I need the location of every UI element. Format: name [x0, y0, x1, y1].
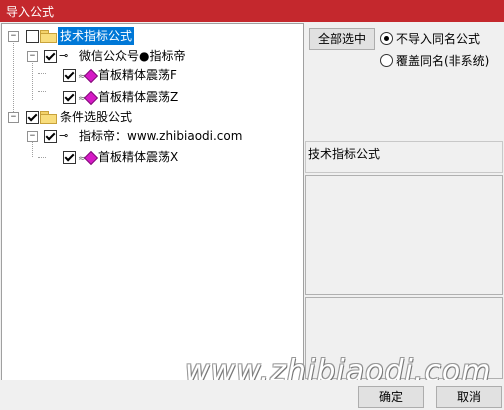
key-icon: ⊸ [59, 129, 69, 142]
collapse-icon[interactable]: − [27, 131, 38, 142]
tree-node-zhibiaodi[interactable]: − ⊸ 指标帝：www.zhibiaodi.com [2, 127, 302, 145]
window-title: 导入公式 [6, 5, 55, 19]
formula-icon: ≈ [78, 68, 99, 84]
tree-node-formula-z[interactable]: ≈ 首板精体震荡Z [2, 88, 302, 106]
key-icon: ⊸ [59, 49, 69, 62]
tree-node-checkbox[interactable] [26, 30, 39, 43]
options-panel: 全部选中 不导入同名公式 覆盖同名(非系统) 技术指标公式 [305, 23, 504, 379]
collapse-icon[interactable]: − [27, 51, 38, 62]
button-bar: 确定 取消 [0, 380, 504, 410]
tree-node-formula-f[interactable]: ≈ 首板精体震荡F [2, 66, 302, 84]
description-box [305, 175, 503, 295]
formula-icon: ≈ [78, 150, 99, 166]
tree-node-checkbox[interactable] [44, 130, 57, 143]
tree-node-formula-x[interactable]: ≈ 首板精体震荡X [2, 148, 302, 166]
select-all-button[interactable]: 全部选中 [309, 28, 375, 50]
folder-icon [40, 30, 57, 43]
tree-node-label[interactable]: 首板精体震荡X [98, 148, 178, 166]
tree-node-label[interactable]: 首板精体震荡F [98, 66, 177, 84]
tree-node-tech-indicators[interactable]: − 技术指标公式 [2, 27, 302, 45]
overwrite-radio[interactable] [380, 54, 393, 67]
tree-node-checkbox[interactable] [44, 50, 57, 63]
category-info-box: 技术指标公式 [305, 141, 503, 173]
overwrite-label[interactable]: 覆盖同名(非系统) [396, 52, 489, 69]
collapse-icon[interactable]: − [8, 112, 19, 123]
formula-tree[interactable]: − 技术指标公式 − ⊸ 微信公众号●指标帝 ≈ 首板精体震荡F ≈ 首板精体震… [1, 23, 304, 381]
tree-node-label[interactable]: 技术指标公式 [58, 27, 135, 45]
formula-icon: ≈ [78, 90, 99, 106]
tree-node-stock-screening[interactable]: − 条件选股公式 [2, 108, 302, 126]
tree-node-checkbox[interactable] [26, 111, 39, 124]
collapse-icon[interactable]: − [8, 31, 19, 42]
no-import-label[interactable]: 不导入同名公式 [396, 30, 480, 47]
tree-node-wechat-account[interactable]: − ⊸ 微信公众号●指标帝 [2, 47, 302, 65]
tree-node-label[interactable]: 条件选股公式 [60, 108, 132, 126]
ok-button[interactable]: 确定 [358, 386, 424, 408]
tree-node-checkbox[interactable] [63, 151, 76, 164]
no-import-radio[interactable] [380, 32, 393, 45]
tree-node-checkbox[interactable] [63, 91, 76, 104]
tree-node-checkbox[interactable] [63, 69, 76, 82]
tree-node-label[interactable]: 指标帝：www.zhibiaodi.com [79, 127, 242, 145]
tree-node-label[interactable]: 微信公众号●指标帝 [79, 47, 185, 65]
tree-node-label[interactable]: 首板精体震荡Z [98, 88, 178, 106]
category-label: 技术指标公式 [308, 147, 381, 161]
folder-icon [40, 111, 57, 124]
cancel-button[interactable]: 取消 [436, 386, 502, 408]
title-bar: 导入公式 [0, 0, 504, 22]
